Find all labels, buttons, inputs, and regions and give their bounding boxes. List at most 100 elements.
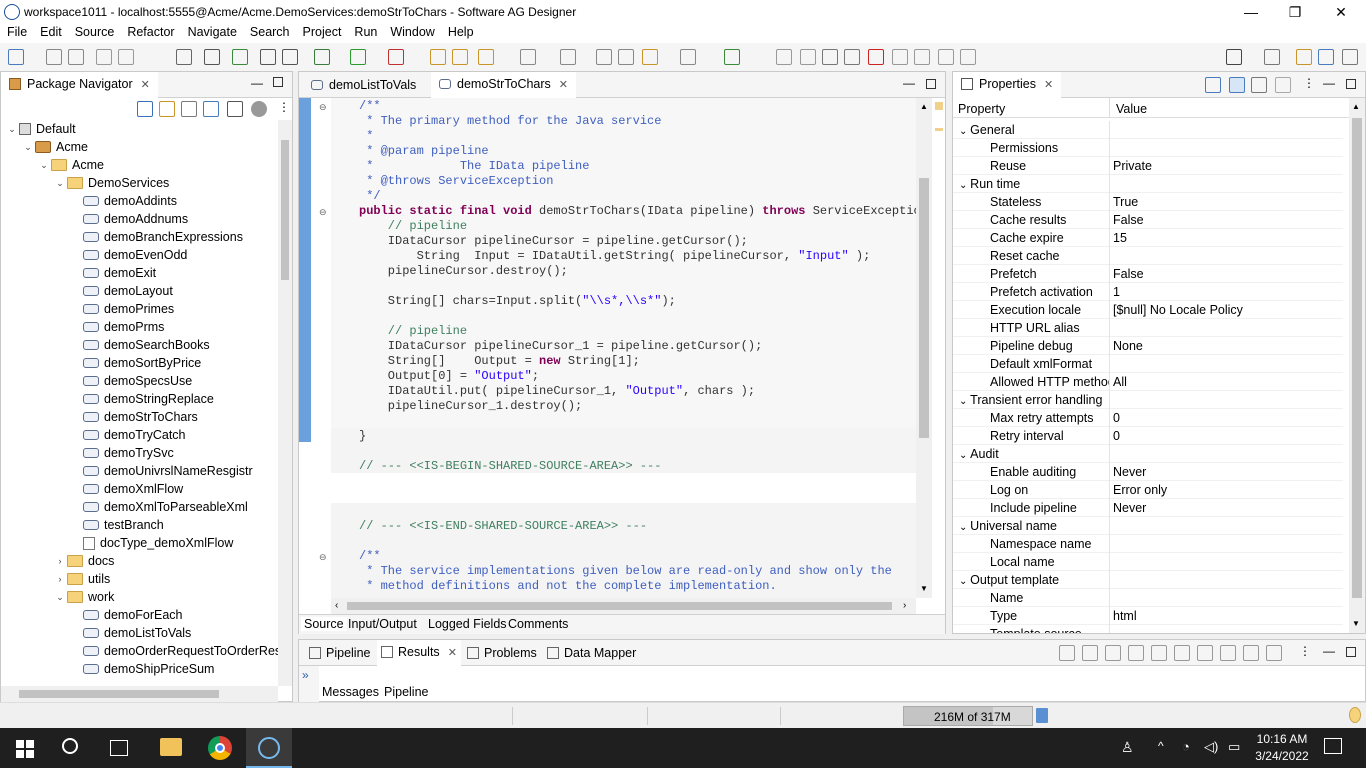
- column-value[interactable]: Value: [1116, 102, 1147, 116]
- menu-navigate[interactable]: Navigate: [181, 24, 243, 39]
- tab-logged-fields[interactable]: Logged Fields: [425, 617, 510, 631]
- up-icon[interactable]: [892, 49, 908, 65]
- property-row[interactable]: HTTP URL alias: [953, 319, 1343, 337]
- scroll-up-icon[interactable]: ▲: [920, 102, 928, 111]
- scroll-down-icon[interactable]: ▼: [920, 584, 928, 593]
- chevron-down-icon[interactable]: ⌄: [959, 180, 970, 191]
- chevron-down-icon[interactable]: ⌄: [959, 126, 970, 137]
- code-text[interactable]: /** * The primary method for the Java se…: [359, 98, 916, 598]
- code-line[interactable]: IDataCursor pipelineCursor_1 = pipeline.…: [359, 339, 762, 354]
- back-icon[interactable]: [596, 49, 612, 65]
- sort-icon[interactable]: [1266, 645, 1282, 661]
- console-icon[interactable]: [204, 49, 220, 65]
- tree-item[interactable]: demoLayout: [69, 282, 173, 300]
- filter-icon[interactable]: [1251, 77, 1267, 93]
- link2-icon[interactable]: [960, 49, 976, 65]
- code-line[interactable]: * @param pipeline: [359, 144, 488, 159]
- tree-item[interactable]: demoUnivrslNameResgistr: [69, 462, 253, 480]
- down-icon[interactable]: [914, 49, 930, 65]
- warning-marker[interactable]: [935, 102, 943, 110]
- notifications-icon[interactable]: [1324, 738, 1342, 754]
- chevron-up-icon[interactable]: ^: [1158, 739, 1164, 753]
- tree-item[interactable]: demoXmlToParseableXml: [69, 498, 248, 516]
- minimize-button[interactable]: —: [1228, 0, 1274, 24]
- chevron-down-icon[interactable]: ⌄: [21, 142, 35, 153]
- restore-icon[interactable]: [1220, 645, 1236, 661]
- volume-icon[interactable]: ◁): [1204, 739, 1218, 755]
- build-icon[interactable]: [478, 49, 494, 65]
- lightbulb-icon[interactable]: [1349, 707, 1361, 723]
- property-value[interactable]: None: [1113, 339, 1143, 353]
- maximize-view-icon[interactable]: [1346, 647, 1356, 657]
- property-row[interactable]: Log on Error only: [953, 481, 1343, 499]
- next-icon[interactable]: [560, 49, 576, 65]
- chevron-down-icon[interactable]: ⌄: [53, 178, 67, 189]
- menu-edit[interactable]: Edit: [33, 24, 68, 39]
- chevron-right-icon[interactable]: ›: [53, 574, 67, 584]
- property-row[interactable]: Permissions: [953, 139, 1343, 157]
- scroll-up-icon[interactable]: ▲: [1352, 102, 1360, 111]
- tree-item[interactable]: demoStringReplace: [69, 390, 214, 408]
- property-group[interactable]: ⌄ Universal name: [953, 517, 1343, 535]
- code-line[interactable]: // pipeline: [359, 219, 467, 234]
- property-row[interactable]: Stateless True: [953, 193, 1343, 211]
- link-editor-icon[interactable]: [159, 101, 175, 117]
- tab-source[interactable]: Source: [301, 617, 347, 631]
- tree-item[interactable]: demoAddints: [69, 192, 177, 210]
- tree-item[interactable]: testBranch: [69, 516, 164, 534]
- property-row[interactable]: Reuse Private: [953, 157, 1343, 175]
- chevron-down-icon[interactable]: ⌄: [959, 576, 970, 587]
- tree-item[interactable]: demoTrySvc: [69, 444, 174, 462]
- property-value[interactable]: 0: [1113, 411, 1120, 425]
- advanced-icon[interactable]: [1275, 77, 1291, 93]
- filter-icon[interactable]: [181, 101, 197, 117]
- file-explorer-icon[interactable]: [160, 738, 182, 756]
- property-row[interactable]: Local name: [953, 553, 1343, 571]
- people-icon[interactable]: ♙: [1121, 739, 1134, 756]
- nav-back-icon[interactable]: [642, 49, 658, 65]
- property-row[interactable]: Prefetch False: [953, 265, 1343, 283]
- chevron-down-icon[interactable]: ⌄: [37, 160, 51, 171]
- redo-icon[interactable]: [118, 49, 134, 65]
- code-line[interactable]: * The IData pipeline: [359, 159, 589, 174]
- save-all-icon[interactable]: [68, 49, 84, 65]
- property-value[interactable]: Never: [1113, 501, 1146, 515]
- editor-vertical-scrollbar[interactable]: ▲ ▼: [916, 98, 932, 598]
- search-icon[interactable]: [260, 49, 276, 65]
- property-value[interactable]: False: [1113, 267, 1144, 281]
- tree-item[interactable]: demoSearchBooks: [69, 336, 210, 354]
- code-line[interactable]: * The primary method for the Java servic…: [359, 114, 661, 129]
- code-line[interactable]: // --- <<IS-BEGIN-SHARED-SOURCE-AREA>> -…: [359, 459, 661, 474]
- clock-time[interactable]: 10:16 AM: [1252, 732, 1312, 746]
- windows-start-icon[interactable]: [16, 740, 34, 758]
- code-line[interactable]: // --- <<IS-END-SHARED-SOURCE-AREA>> ---: [359, 519, 647, 534]
- fold-icon[interactable]: ⊖: [319, 552, 327, 563]
- pin-icon[interactable]: [1205, 77, 1221, 93]
- lock-icon[interactable]: [282, 49, 298, 65]
- chevron-right-icon[interactable]: ›: [53, 556, 67, 566]
- cut-icon[interactable]: [776, 49, 792, 65]
- minimize-view-icon[interactable]: —: [1323, 76, 1335, 90]
- property-value[interactable]: False: [1113, 213, 1144, 227]
- editor-horizontal-scrollbar[interactable]: ‹ ›: [331, 598, 916, 614]
- tree-item[interactable]: ⌄ work: [53, 588, 114, 606]
- code-line[interactable]: /**: [359, 549, 381, 564]
- column-divider[interactable]: [1109, 98, 1110, 118]
- tree-item[interactable]: demoSortByPrice: [69, 354, 201, 372]
- code-line[interactable]: String Input = IDataUtil.getString( pipe…: [359, 249, 871, 264]
- clear-icon[interactable]: [1105, 645, 1121, 661]
- tab-data-mapper[interactable]: Data Mapper: [543, 640, 640, 666]
- save-icon[interactable]: [1151, 645, 1167, 661]
- property-row[interactable]: Prefetch activation 1: [953, 283, 1343, 301]
- code-line[interactable]: pipelineCursor_1.destroy();: [359, 399, 582, 414]
- tree-item[interactable]: demoPrms: [69, 318, 164, 336]
- wifi-icon[interactable]: ◔: [1182, 739, 1190, 754]
- open-type-icon[interactable]: [430, 49, 446, 65]
- property-group[interactable]: ⌄ Transient error handling: [953, 391, 1343, 409]
- scroll-down-icon[interactable]: ▼: [1352, 619, 1360, 628]
- tree-item[interactable]: demoPrimes: [69, 300, 174, 318]
- marker[interactable]: [935, 128, 943, 131]
- tab-demo-list-to-vals[interactable]: demoListToVals: [303, 72, 424, 98]
- layout-icon[interactable]: [203, 101, 219, 117]
- heap-status[interactable]: 216M of 317M: [903, 706, 1033, 726]
